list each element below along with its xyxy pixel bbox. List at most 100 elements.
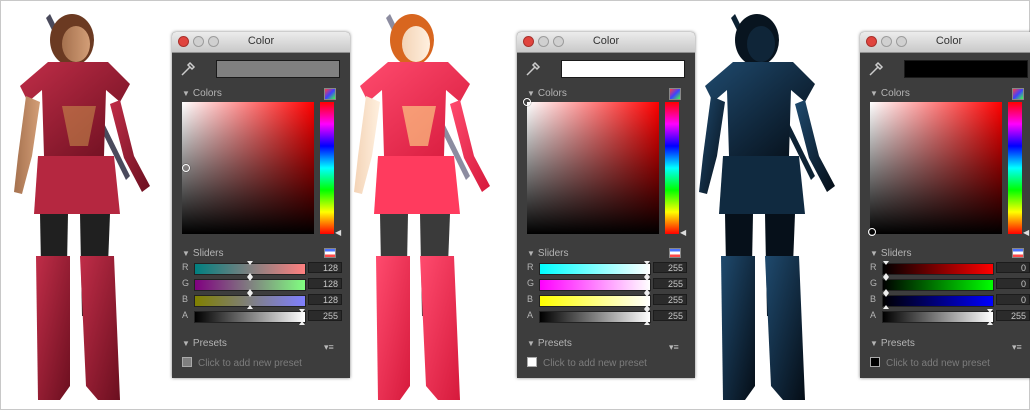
armored-character-normal xyxy=(14,14,150,400)
slider-value-b[interactable]: 0 xyxy=(996,294,1030,305)
slider-row-r: R 255 xyxy=(527,261,687,277)
slider-knob[interactable] xyxy=(247,261,253,265)
presets-section-header[interactable]: ▼ Presets xyxy=(527,338,572,349)
slider-row-b: B 128 xyxy=(182,293,342,309)
slider-value-a[interactable]: 255 xyxy=(653,310,687,321)
slider-row-g: G0 xyxy=(870,277,1030,293)
slider-knob[interactable] xyxy=(247,293,253,297)
title-bar[interactable]: Color xyxy=(860,32,1030,53)
eyedropper-icon[interactable] xyxy=(867,60,885,78)
slider-track-a[interactable] xyxy=(882,309,994,325)
color-picker-window-3: Color ▼ Colors ◀ ▼ Sliders R0 G0 B0 A 255 ▼… xyxy=(860,32,1030,378)
slider-track-g[interactable] xyxy=(539,277,651,293)
slider-mode-icon[interactable] xyxy=(669,248,681,258)
slider-knob[interactable] xyxy=(644,321,650,325)
title-bar[interactable]: Color xyxy=(517,32,695,53)
preset-menu-icon[interactable]: ▾≡ xyxy=(669,342,679,353)
slider-track-g[interactable] xyxy=(194,277,306,293)
colors-section-header[interactable]: ▼ Colors xyxy=(870,88,910,99)
slider-value-r[interactable]: 0 xyxy=(996,262,1030,273)
color-swatch[interactable] xyxy=(561,60,685,78)
hue-arrow-icon[interactable]: ◀ xyxy=(680,228,686,237)
slider-track-r[interactable] xyxy=(539,261,651,277)
slider-track-r[interactable] xyxy=(882,261,994,277)
slider-track-b[interactable] xyxy=(882,293,994,309)
slider-mode-icon[interactable] xyxy=(1012,248,1024,258)
hue-arrow-icon[interactable]: ◀ xyxy=(335,228,341,237)
slider-value-r[interactable]: 255 xyxy=(653,262,687,273)
color-marker[interactable] xyxy=(868,228,876,236)
window-title: Color xyxy=(935,35,963,47)
slider-value-r[interactable]: 128 xyxy=(308,262,342,273)
preset-swatch xyxy=(870,357,880,367)
add-preset-button[interactable]: Click to add new preset xyxy=(527,357,647,369)
slider-knob[interactable] xyxy=(299,321,305,325)
slider-track-r[interactable] xyxy=(194,261,306,277)
eyedropper-icon[interactable] xyxy=(179,60,197,78)
slider-value-b[interactable]: 128 xyxy=(308,294,342,305)
armored-character-dark xyxy=(699,14,835,400)
slider-knob[interactable] xyxy=(644,293,650,297)
slider-track-b[interactable] xyxy=(539,293,651,309)
color-picker-window-1: Color ▼ Colors ◀ ▼ Sliders R 128 G 128 B 128 … xyxy=(172,32,350,378)
preset-swatch xyxy=(182,357,192,367)
slider-value-g[interactable]: 0 xyxy=(996,278,1030,289)
slider-value-b[interactable]: 255 xyxy=(653,294,687,305)
saturation-value-square[interactable] xyxy=(182,102,314,234)
saturation-value-square[interactable] xyxy=(868,102,1002,236)
slider-knob[interactable] xyxy=(644,309,650,313)
slider-knob[interactable] xyxy=(883,261,889,265)
preset-menu-icon[interactable]: ▾≡ xyxy=(1012,342,1022,353)
eyedropper-icon[interactable] xyxy=(524,60,542,78)
slider-value-g[interactable]: 128 xyxy=(308,278,342,289)
hue-arrow-icon[interactable]: ◀ xyxy=(1023,228,1029,237)
slider-value-a[interactable]: 255 xyxy=(996,310,1030,321)
slider-knob[interactable] xyxy=(644,261,650,265)
slider-value-a[interactable]: 255 xyxy=(308,310,342,321)
slider-row-r: R 128 xyxy=(182,261,342,277)
sliders-section-header[interactable]: ▼ Sliders xyxy=(182,248,224,259)
slider-row-g: G 128 xyxy=(182,277,342,293)
slider-knob[interactable] xyxy=(883,305,889,309)
slider-value-g[interactable]: 255 xyxy=(653,278,687,289)
slider-row-a: A 255 xyxy=(870,309,1030,325)
sliders-section-header[interactable]: ▼ Sliders xyxy=(527,248,569,259)
color-mode-icon[interactable] xyxy=(1012,88,1024,100)
presets-section-header[interactable]: ▼ Presets xyxy=(182,338,227,349)
slider-knob[interactable] xyxy=(883,293,889,297)
hue-bar[interactable] xyxy=(320,102,334,234)
colors-section-header[interactable]: ▼ Colors xyxy=(182,88,222,99)
slider-track-a[interactable] xyxy=(194,309,306,325)
add-preset-button[interactable]: Click to add new preset xyxy=(870,357,990,369)
title-bar[interactable]: Color xyxy=(172,32,350,53)
window-title: Color xyxy=(592,35,620,47)
color-mode-icon[interactable] xyxy=(669,88,681,100)
slider-track-a[interactable] xyxy=(539,309,651,325)
color-marker[interactable] xyxy=(182,164,190,172)
slider-knob[interactable] xyxy=(644,277,650,281)
slider-knob[interactable] xyxy=(883,277,889,281)
hue-bar[interactable] xyxy=(665,102,679,234)
slider-knob[interactable] xyxy=(987,309,993,313)
slider-track-g[interactable] xyxy=(882,277,994,293)
slider-track-b[interactable] xyxy=(194,293,306,309)
slider-knob[interactable] xyxy=(247,277,253,281)
slider-mode-icon[interactable] xyxy=(324,248,336,258)
saturation-value-square[interactable] xyxy=(523,98,659,234)
hue-bar[interactable] xyxy=(1008,102,1022,234)
colors-section-header[interactable]: ▼ Colors xyxy=(527,88,567,99)
slider-row-g: G 255 xyxy=(527,277,687,293)
slider-knob[interactable] xyxy=(987,321,993,325)
slider-knob[interactable] xyxy=(247,305,253,309)
color-marker[interactable] xyxy=(523,98,531,106)
presets-section-header[interactable]: ▼ Presets xyxy=(870,338,915,349)
slider-knob[interactable] xyxy=(299,309,305,313)
sliders-section-header[interactable]: ▼ Sliders xyxy=(870,248,912,259)
color-mode-icon[interactable] xyxy=(324,88,336,100)
preset-menu-icon[interactable]: ▾≡ xyxy=(324,342,334,353)
window-title: Color xyxy=(247,35,275,47)
color-swatch[interactable] xyxy=(904,60,1028,78)
slider-row-b: B0 xyxy=(870,293,1030,309)
color-swatch[interactable] xyxy=(216,60,340,78)
add-preset-button[interactable]: Click to add new preset xyxy=(182,357,302,369)
